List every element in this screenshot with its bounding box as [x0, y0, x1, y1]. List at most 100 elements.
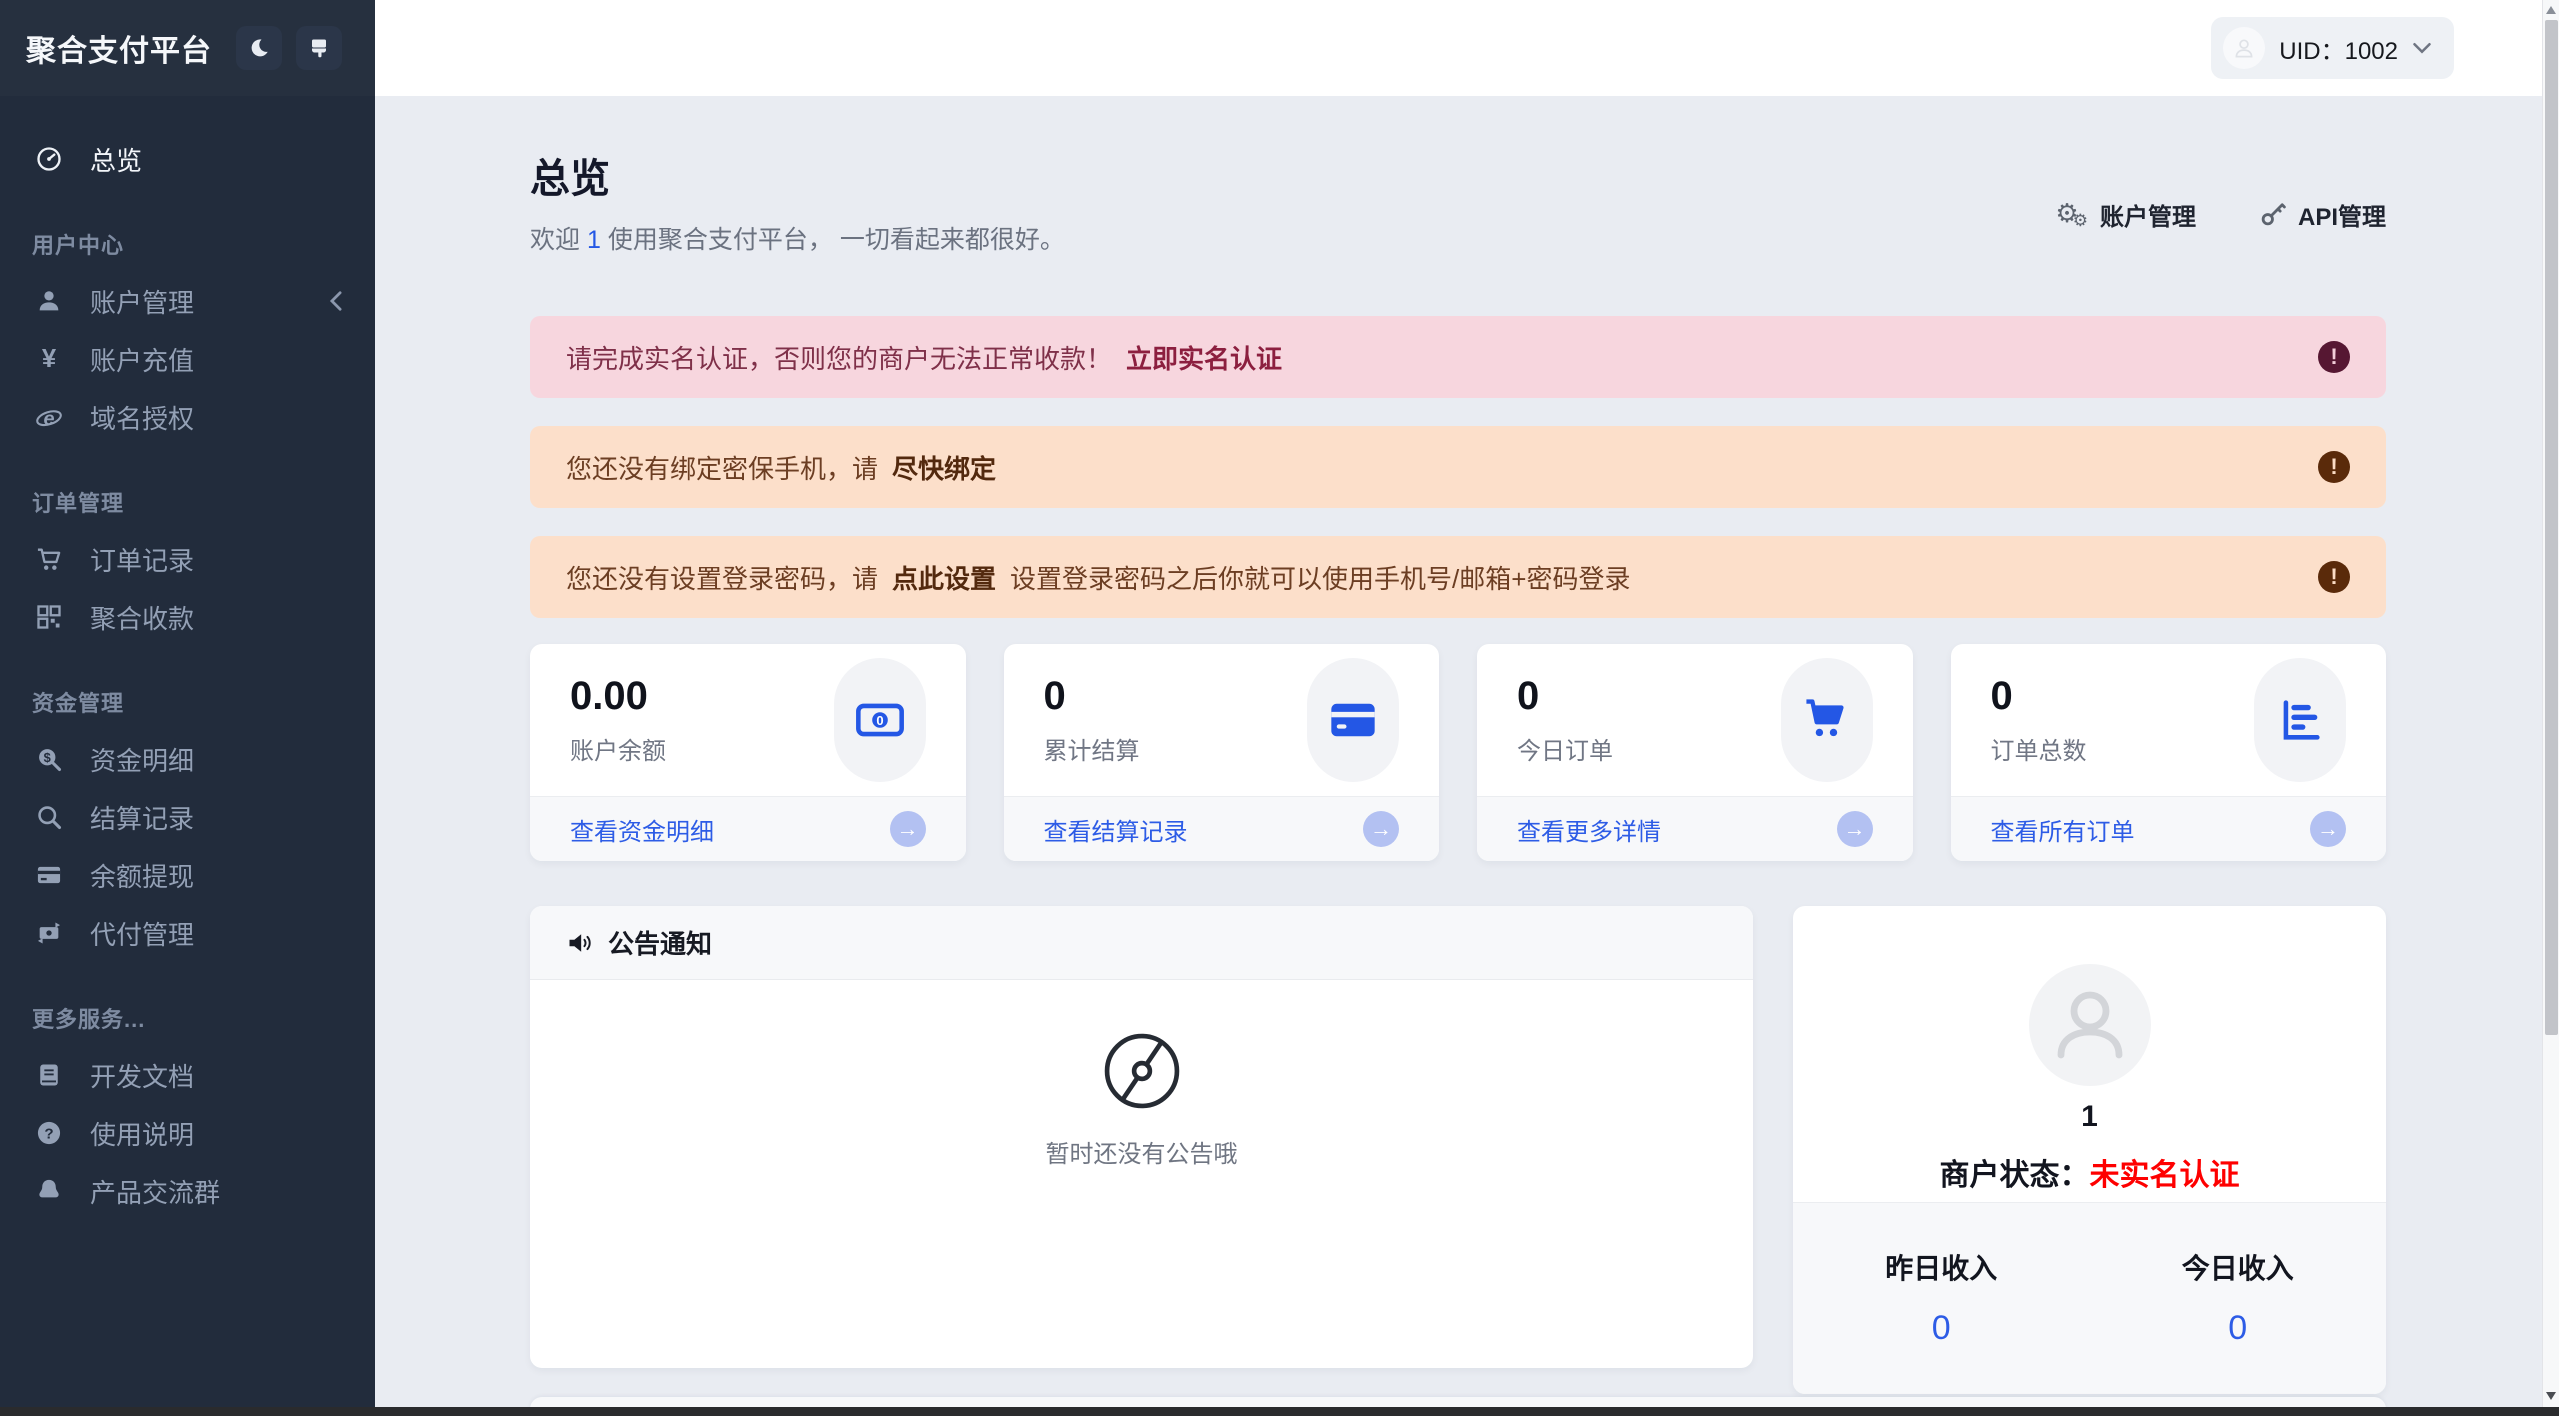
key-icon	[2260, 201, 2286, 227]
alert-realname-link[interactable]: 立即实名认证	[1126, 339, 1282, 376]
user-menu[interactable]: UID：1002	[2211, 17, 2454, 79]
alert-set-password-link[interactable]: 点此设置	[892, 559, 996, 596]
income-today: 今日收入 0	[2090, 1203, 2387, 1394]
sidebar-item-settlement-records[interactable]: 结算记录	[0, 788, 375, 846]
sidebar-item-label: 总览	[90, 145, 143, 176]
arrow-circle-icon[interactable]: →	[1836, 811, 1873, 847]
main-area: UID：1002 总览 欢迎 1 使用聚合支付平台， 一切看起来都很好。 ⚙ ⚙ 账户…	[375, 0, 2559, 1416]
page-content: 总览 欢迎 1 使用聚合支付平台， 一切看起来都很好。 ⚙ ⚙ 账户管理 API管理	[375, 96, 2559, 1394]
sidebar-item-aggregate-collect[interactable]: 聚合收款	[0, 588, 375, 646]
sidebar-item-label: 聚合收款	[90, 603, 195, 634]
arrow-circle-icon[interactable]: →	[1363, 811, 1399, 847]
sidebar-item-account-manage[interactable]: 账户管理	[0, 272, 375, 330]
welcome-prefix: 欢迎	[530, 226, 581, 254]
stat-card-total-orders: 0 订单总数 查看所有订单 →	[1950, 644, 2386, 861]
internet-explorer-icon: e	[34, 402, 64, 432]
credit-card-blue-icon	[1307, 658, 1399, 782]
quick-link-label: API管理	[2297, 203, 2386, 231]
chevron-left-icon	[327, 290, 345, 312]
no-data-icon	[1099, 1028, 1185, 1114]
scrollbar-thumb[interactable]	[2545, 20, 2558, 1035]
moon-icon	[247, 36, 271, 60]
stat-value: 0	[1517, 674, 1540, 718]
stat-label: 账户余额	[570, 738, 666, 765]
income-yesterday: 昨日收入 0	[1793, 1203, 2090, 1394]
app-root: 聚合支付平台 总览 用户中心 账户管理 ¥ 账户充值 e 域名授权 订单管理 订…	[0, 0, 2559, 1416]
merchant-count: 1	[2081, 1100, 2098, 1133]
scroll-up-arrow-icon[interactable]	[2546, 6, 2556, 14]
alerts: 请完成实名认证，否则您的商户无法正常收款！ 立即实名认证 ! 您还没有绑定密保手…	[530, 316, 2386, 618]
sidebar-header-actions	[236, 26, 342, 70]
sidebar-item-payout-manage[interactable]: 代付管理	[0, 904, 375, 962]
stat-label: 累计结算	[1043, 738, 1140, 765]
view-all-orders-link[interactable]: 查看所有订单	[1991, 812, 2135, 847]
income-label: 今日收入	[2181, 1253, 2294, 1284]
theme-brush-button[interactable]	[296, 26, 342, 70]
welcome-suffix: 使用聚合支付平台， 一切看起来都很好。	[607, 226, 1065, 254]
sidebar-item-balance-withdraw[interactable]: 余额提现	[0, 846, 375, 904]
app-title: 聚合支付平台	[26, 35, 212, 68]
merchant-status-card: 1 商户状态：未实名认证 昨日收入 0 今日收入 0	[1793, 906, 2386, 1394]
stat-value: 0.00	[570, 674, 648, 718]
announcement-title: 公告通知	[608, 929, 713, 959]
user-icon	[34, 286, 64, 316]
merchant-income-footer: 昨日收入 0 今日收入 0	[1793, 1202, 2386, 1394]
bottom-edge-strip	[0, 1407, 2559, 1416]
exclamation-circle-icon: !	[2318, 451, 2350, 483]
uid-label: UID：1002	[2279, 37, 2398, 65]
api-manage-link[interactable]: API管理	[2260, 197, 2386, 232]
sidebar-section-user-center: 用户中心	[32, 233, 125, 258]
sidebar-item-dev-docs[interactable]: 开发文档	[0, 1046, 375, 1104]
sidebar-header: 聚合支付平台	[0, 0, 375, 96]
sidebar-item-overview[interactable]: 总览	[0, 130, 375, 188]
gears-icon: ⚙ ⚙	[2055, 197, 2088, 230]
scroll-down-arrow-icon[interactable]	[2546, 1392, 2556, 1400]
merchant-status-label: 商户状态：	[1939, 1159, 2090, 1192]
alert-realname: 请完成实名认证，否则您的商户无法正常收款！ 立即实名认证 !	[530, 316, 2386, 398]
exclamation-circle-icon: !	[2318, 561, 2350, 593]
sidebar-item-order-records[interactable]: 订单记录	[0, 530, 375, 588]
view-settlement-link[interactable]: 查看结算记录	[1044, 812, 1188, 847]
merchant-avatar-icon	[2028, 964, 2151, 1086]
view-fund-details-link[interactable]: 查看资金明细	[570, 812, 714, 847]
view-more-details-link[interactable]: 查看更多详情	[1517, 812, 1661, 847]
sidebar-section-order-manage: 订单管理	[32, 491, 125, 516]
panels-row: 公告通知 暂时还没有公告哦 1 商户状态：未实名认证 昨日收入 0 今日收入 0	[530, 906, 2386, 1394]
merchant-status: 商户状态：未实名认证	[1940, 1150, 2240, 1194]
avatar	[2223, 27, 2266, 69]
svg-text:?: ?	[44, 1126, 53, 1143]
arrow-circle-icon[interactable]: →	[889, 811, 926, 847]
sidebar-item-label: 账户充值	[90, 345, 195, 376]
alert-bind-phone-link[interactable]: 尽快绑定	[892, 449, 996, 486]
stat-value: 0	[1043, 674, 1066, 718]
sidebar-item-usage-help[interactable]: ? 使用说明	[0, 1104, 375, 1162]
arrow-circle-icon[interactable]: →	[2310, 811, 2346, 847]
quick-links: ⚙ ⚙ 账户管理 API管理	[2055, 172, 2386, 256]
account-manage-link[interactable]: ⚙ ⚙ 账户管理	[2055, 197, 2196, 232]
alert-text: 请完成实名认证，否则您的商户无法正常收款！	[566, 343, 1113, 374]
income-value: 0	[1931, 1309, 1951, 1347]
sidebar-item-label: 账户管理	[90, 287, 195, 318]
sidebar-item-account-recharge[interactable]: ¥ 账户充值	[0, 330, 375, 388]
exclamation-circle-icon: !	[2318, 341, 2350, 373]
announcement-header: 公告通知	[530, 906, 1753, 980]
sidebar-item-fund-details[interactable]: $ 资金明细	[0, 730, 375, 788]
sidebar-item-label: 使用说明	[90, 1119, 195, 1150]
dashboard-gauge-icon	[34, 144, 64, 174]
income-value: 0	[2228, 1309, 2248, 1347]
sidebar-item-label: 开发文档	[90, 1061, 195, 1092]
brush-icon	[307, 36, 331, 60]
book-icon	[34, 1060, 64, 1090]
sidebar-item-label: 代付管理	[90, 919, 195, 950]
dark-mode-toggle-button[interactable]	[236, 26, 282, 70]
topbar: UID：1002	[375, 0, 2559, 96]
alert-text: 您还没有绑定密保手机，请	[566, 453, 879, 484]
stat-value: 0	[1990, 674, 2013, 718]
stat-card-balance: 0.00 账户余额 0 查看资金明细 →	[530, 644, 966, 861]
sidebar-item-product-group[interactable]: 产品交流群	[0, 1162, 375, 1220]
scrollbar[interactable]	[2542, 0, 2559, 1416]
announcement-body: 暂时还没有公告哦	[530, 980, 1753, 1169]
svg-text:¥: ¥	[42, 345, 57, 373]
bar-chart-icon	[2254, 658, 2346, 782]
sidebar-item-domain-auth[interactable]: e 域名授权	[0, 388, 375, 446]
